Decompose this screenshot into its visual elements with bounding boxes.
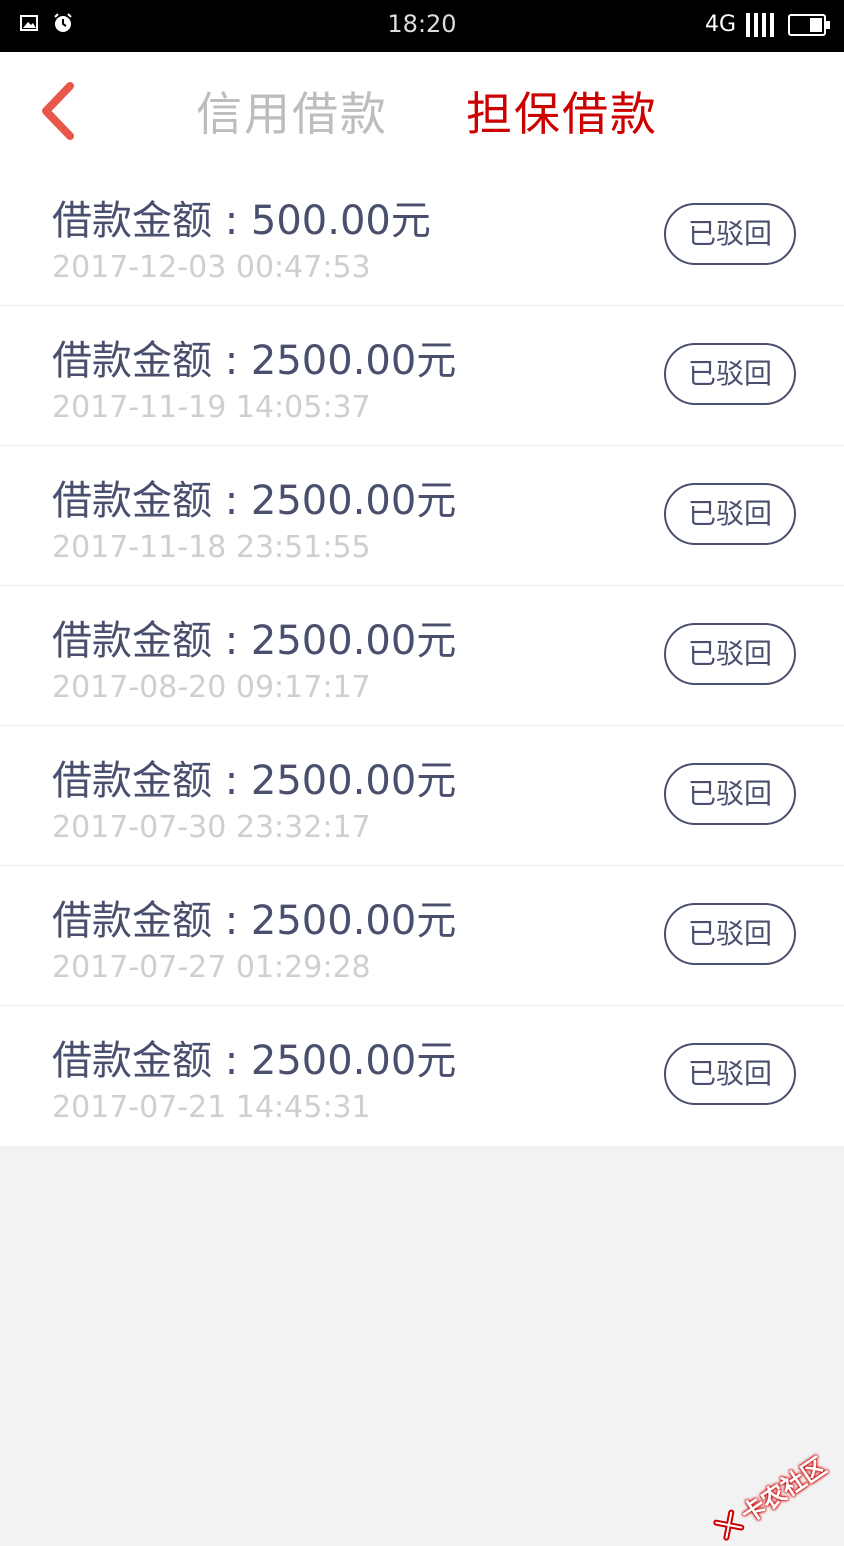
status-rejected-button[interactable]: 已驳回 xyxy=(664,203,796,265)
loan-row[interactable]: 借款金额 : 2500.00元 2017-07-21 14:45:31 已驳回 xyxy=(0,1006,844,1146)
status-bar-indicators: 4G xyxy=(704,12,830,37)
status-bar: 18:20 4G xyxy=(0,0,844,52)
loan-amount: 借款金额 : 2500.00元 xyxy=(52,758,457,804)
status-rejected-button[interactable]: 已驳回 xyxy=(664,1043,796,1105)
header: 信用借款 担保借款 xyxy=(0,52,844,170)
status-rejected-button[interactable]: 已驳回 xyxy=(664,763,796,825)
signal-icon xyxy=(746,12,774,37)
tab-credit-loan[interactable]: 信用借款 xyxy=(196,78,388,144)
loan-time: 2017-08-20 09:17:17 xyxy=(52,670,371,705)
loan-row[interactable]: 借款金额 : 2500.00元 2017-07-27 01:29:28 已驳回 xyxy=(0,866,844,1006)
chevron-left-icon xyxy=(42,82,74,140)
battery-icon xyxy=(788,13,830,36)
loan-amount: 借款金额 : 500.00元 xyxy=(52,198,431,244)
loan-row[interactable]: 借款金额 : 2500.00元 2017-08-20 09:17:17 已驳回 xyxy=(0,586,844,726)
watermark-text: 卡农社区 xyxy=(736,1451,832,1529)
status-rejected-button[interactable]: 已驳回 xyxy=(664,903,796,965)
loan-amount: 借款金额 : 2500.00元 xyxy=(52,618,457,664)
loan-time: 2017-07-30 23:32:17 xyxy=(52,810,371,845)
loan-amount: 借款金额 : 2500.00元 xyxy=(52,1038,457,1084)
loan-amount: 借款金额 : 2500.00元 xyxy=(52,338,457,384)
loan-amount: 借款金额 : 2500.00元 xyxy=(52,898,457,944)
loan-row[interactable]: 借款金额 : 500.00元 2017-12-03 00:47:53 已驳回 xyxy=(0,166,844,306)
loan-row[interactable]: 借款金额 : 2500.00元 2017-11-18 23:51:55 已驳回 xyxy=(0,446,844,586)
status-rejected-button[interactable]: 已驳回 xyxy=(664,343,796,405)
watermark: 卡农社区 xyxy=(708,1447,832,1546)
loan-row[interactable]: 借款金额 : 2500.00元 2017-11-19 14:05:37 已驳回 xyxy=(0,306,844,446)
loan-time: 2017-11-19 14:05:37 xyxy=(52,390,371,425)
back-button[interactable] xyxy=(36,80,80,142)
loan-time: 2017-07-27 01:29:28 xyxy=(52,950,371,985)
loan-amount: 借款金额 : 2500.00元 xyxy=(52,478,457,524)
loan-time: 2017-07-21 14:45:31 xyxy=(52,1090,371,1125)
status-rejected-button[interactable]: 已驳回 xyxy=(664,483,796,545)
status-rejected-button[interactable]: 已驳回 xyxy=(664,623,796,685)
loan-row[interactable]: 借款金额 : 2500.00元 2017-07-30 23:32:17 已驳回 xyxy=(0,726,844,866)
loan-list: 借款金额 : 500.00元 2017-12-03 00:47:53 已驳回 借… xyxy=(0,166,844,1146)
tab-guarantee-loan[interactable]: 担保借款 xyxy=(466,78,658,144)
loan-time: 2017-11-18 23:51:55 xyxy=(52,530,371,565)
loan-time: 2017-12-03 00:47:53 xyxy=(52,250,371,285)
network-type: 4G xyxy=(704,12,736,37)
